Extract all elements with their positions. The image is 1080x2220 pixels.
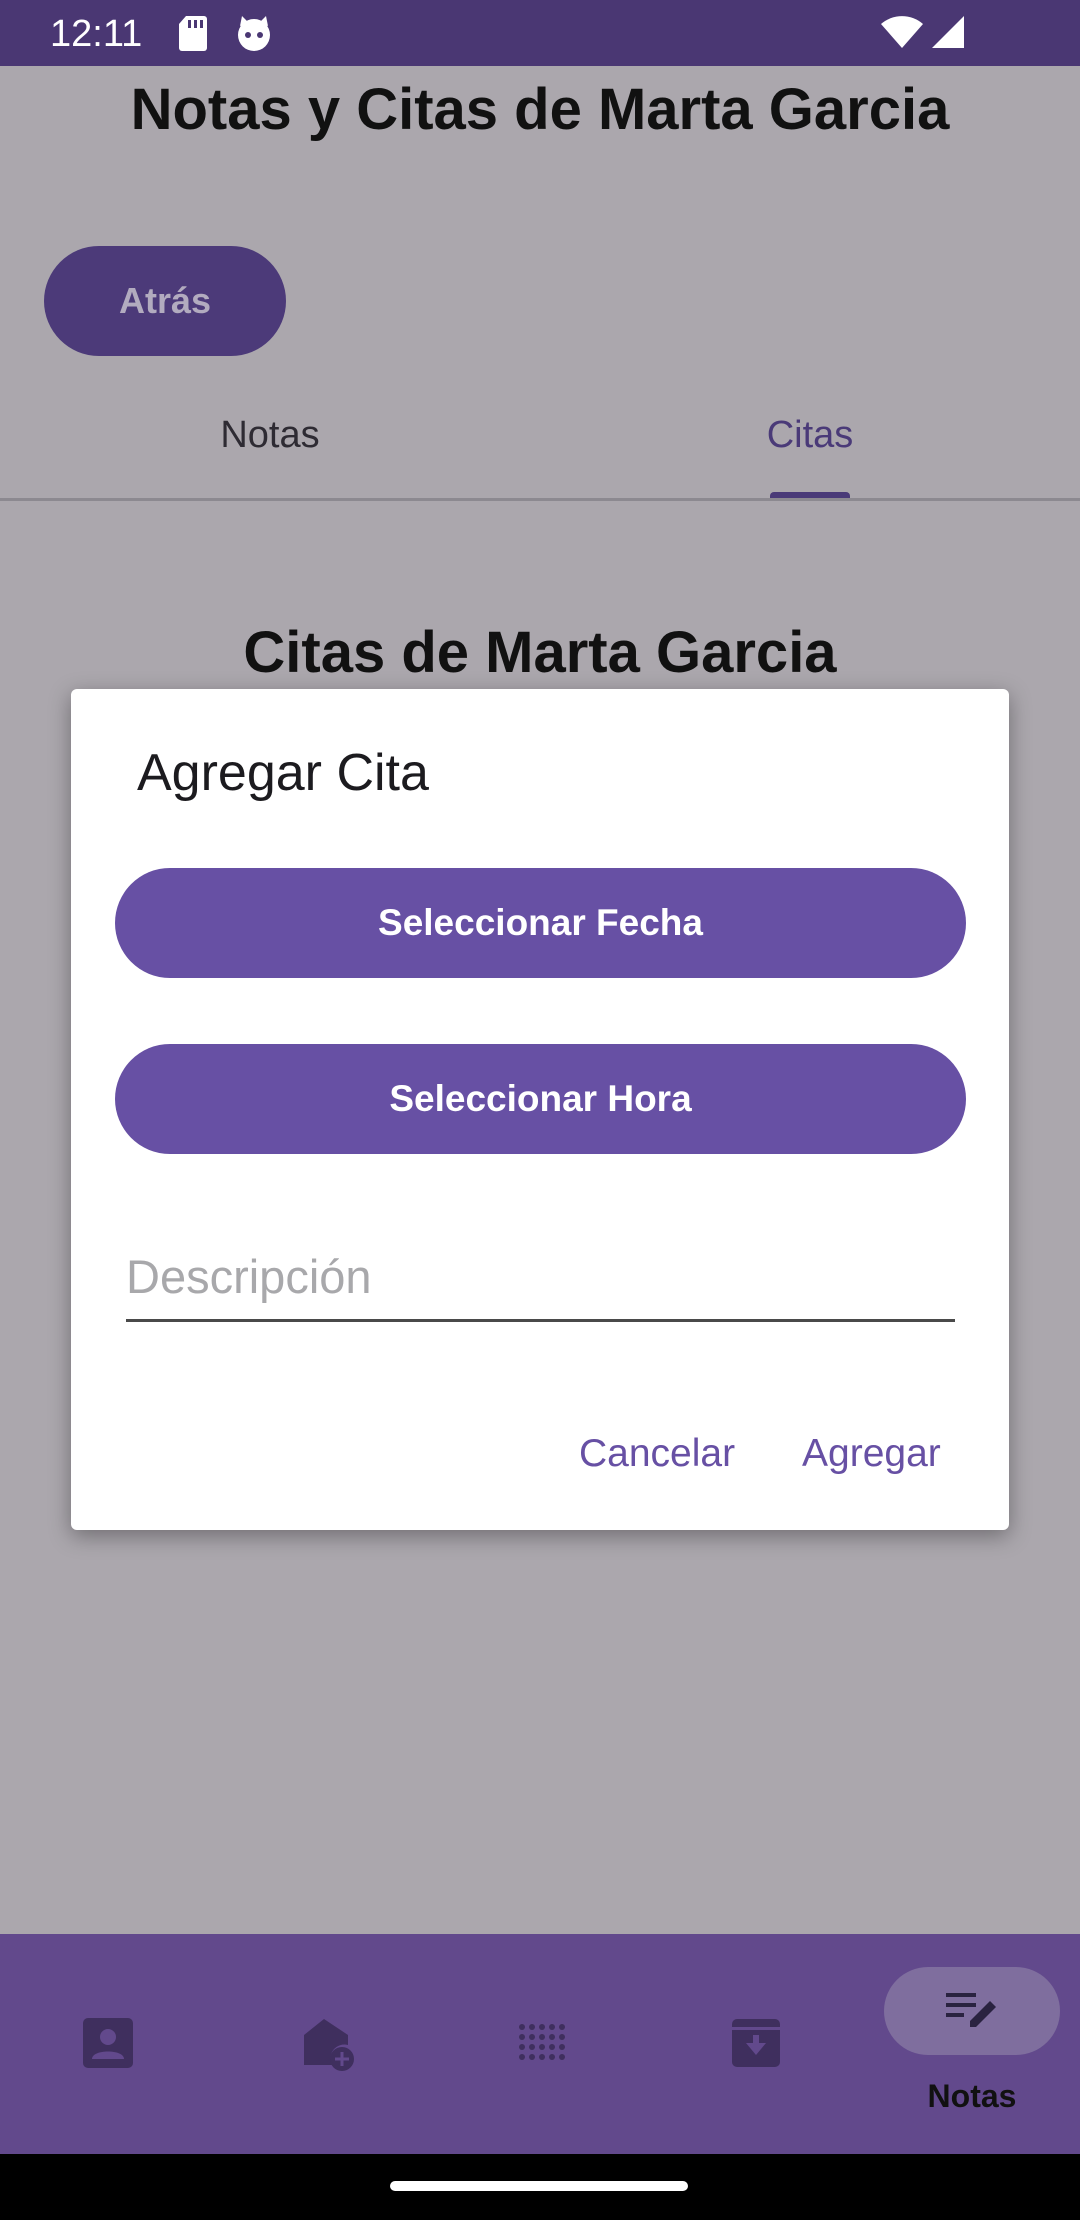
- nav-label-notas: Notas: [927, 2078, 1017, 2114]
- select-date-button[interactable]: Seleccionar Fecha: [115, 868, 966, 978]
- tab-divider: [0, 498, 1080, 501]
- tab-citas[interactable]: Citas: [540, 400, 1080, 470]
- home-gesture-handle[interactable]: [390, 2181, 688, 2191]
- sd-card-icon: [178, 14, 208, 57]
- back-button[interactable]: Atrás: [44, 246, 286, 356]
- page-title: Notas y Citas de Marta Garcia: [130, 77, 950, 142]
- cell-signal-icon: [930, 14, 966, 55]
- section-title: Citas de Marta Garcia: [243, 620, 837, 685]
- edit-notes-icon: [944, 1987, 1000, 2040]
- description-input[interactable]: [126, 1241, 955, 1322]
- contact-icon[interactable]: [80, 2015, 136, 2071]
- grid-dots-icon[interactable]: [514, 2015, 570, 2071]
- add-appointment-dialog: Agregar Cita Seleccionar Fecha Seleccion…: [71, 689, 1009, 1530]
- status-time: 12:11: [50, 13, 143, 55]
- nav-item-notas[interactable]: [884, 1967, 1060, 2055]
- select-time-button[interactable]: Seleccionar Hora: [115, 1044, 966, 1154]
- wifi-icon: [880, 14, 924, 55]
- dialog-title: Agregar Cita: [137, 744, 429, 802]
- add-home-icon[interactable]: [298, 2015, 354, 2071]
- cancel-button[interactable]: Cancelar: [579, 1429, 735, 1479]
- tab-notas[interactable]: Notas: [0, 400, 540, 470]
- archive-down-icon[interactable]: [728, 2015, 784, 2071]
- add-button[interactable]: Agregar: [802, 1429, 941, 1479]
- cat-face-icon: [234, 14, 274, 57]
